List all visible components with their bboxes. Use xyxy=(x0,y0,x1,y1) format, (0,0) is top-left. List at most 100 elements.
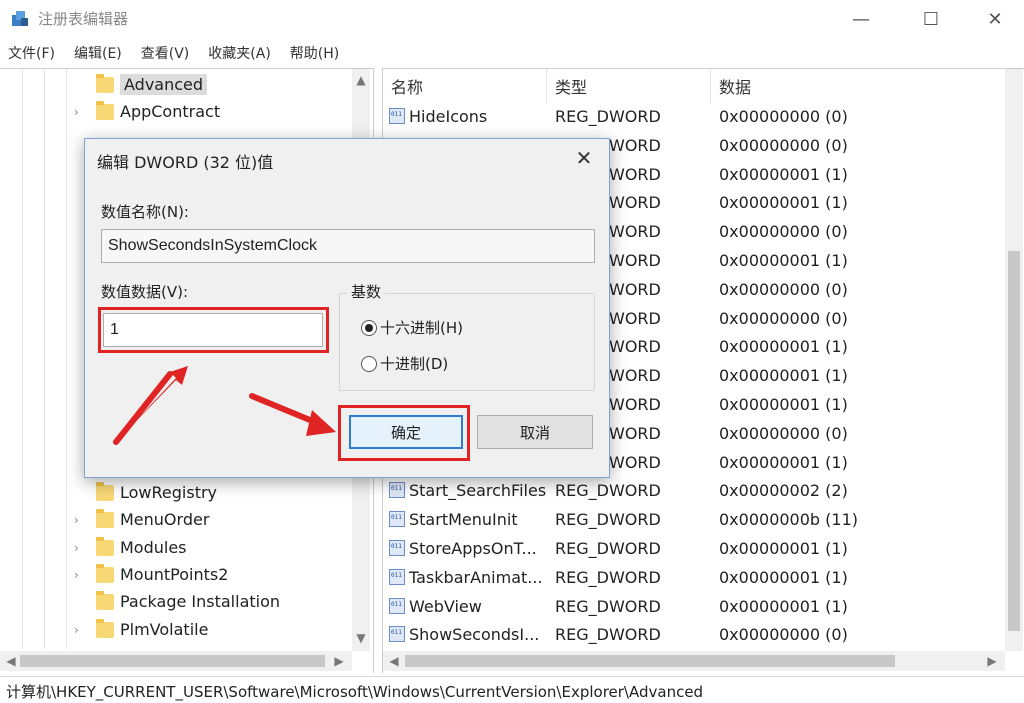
values-hscroll-thumb[interactable] xyxy=(405,655,895,667)
folder-icon xyxy=(96,563,114,583)
value-data-cell: 0x00000001 (1) xyxy=(719,337,848,357)
value-row[interactable]: ShowSecondsI... REG_DWORD 0x00000000 (0) xyxy=(383,621,1005,650)
menu-help[interactable]: 帮助(H) xyxy=(290,40,348,66)
value-type-cell: WORD xyxy=(609,308,661,328)
folder-icon xyxy=(96,100,114,120)
value-data-cell: 0x0000000b (11) xyxy=(719,510,858,530)
tree-item-plmvolatile[interactable]: › PlmVolatile xyxy=(74,616,208,643)
radio-checked-icon[interactable] xyxy=(361,319,377,336)
tree-item-label: Package Installation xyxy=(120,592,281,611)
tree-item-appcontract[interactable]: › AppContract xyxy=(74,98,220,125)
expand-chevron-icon[interactable]: › xyxy=(74,105,90,119)
tree-item-modules[interactable]: › Modules xyxy=(74,534,187,561)
expand-chevron-icon[interactable]: › xyxy=(74,513,90,527)
value-type-cell: WORD xyxy=(609,193,661,213)
value-type-cell: REG_DWORD xyxy=(555,596,661,616)
value-type-cell: WORD xyxy=(609,423,661,443)
value-row[interactable]: Start_SearchFiles REG_DWORD 0x00000002 (2) xyxy=(383,477,1005,506)
menu-favorites[interactable]: 收藏夹(A) xyxy=(208,40,280,66)
value-name-cell: StartMenuInit xyxy=(389,510,518,529)
value-data-cell: 0x00000000 (0) xyxy=(719,135,848,155)
expand-chevron-icon[interactable]: › xyxy=(74,623,90,637)
minimize-button[interactable]: — xyxy=(838,4,884,34)
scroll-left-icon[interactable]: ◀ xyxy=(2,652,20,670)
column-header-data[interactable]: 数据 xyxy=(711,69,1005,103)
value-name-field[interactable] xyxy=(101,229,595,263)
reg-dword-icon xyxy=(389,626,405,643)
radio-unchecked-icon[interactable] xyxy=(361,355,377,372)
values-vertical-scrollbar[interactable] xyxy=(1005,69,1023,651)
value-data-highlight-box xyxy=(98,307,329,353)
reg-dword-icon xyxy=(389,108,405,124)
close-window-button[interactable]: ✕ xyxy=(972,4,1018,34)
scroll-right-icon[interactable]: ▶ xyxy=(330,652,348,670)
tree-item-label: Modules xyxy=(120,538,187,557)
expand-chevron-icon[interactable]: › xyxy=(74,541,90,555)
value-data-cell: 0x00000000 (0) xyxy=(719,308,848,328)
menu-file[interactable]: 文件(F) xyxy=(8,40,64,66)
value-data-cell: 0x00000001 (1) xyxy=(719,395,848,414)
value-data-cell: 0x00000000 (0) xyxy=(719,107,848,126)
value-data-cell: 0x00000001 (1) xyxy=(719,251,848,270)
value-data-cell: 0x00000001 (1) xyxy=(719,193,848,213)
tree-guide-line xyxy=(44,69,45,649)
reg-dword-icon xyxy=(389,540,405,556)
radio-hex-label: 十六进制(H) xyxy=(380,319,463,337)
values-vscroll-thumb[interactable] xyxy=(1008,251,1020,631)
value-type-cell: WORD xyxy=(609,395,661,414)
value-name-label: 数值名称(N): xyxy=(101,203,189,221)
value-row[interactable]: StartMenuInit REG_DWORD 0x0000000b (11) xyxy=(383,506,1005,535)
menu-edit[interactable]: 编辑(E) xyxy=(74,40,131,66)
tree-item-lowregistry[interactable]: LowRegistry xyxy=(74,479,217,506)
value-row[interactable]: TaskbarAnimat... REG_DWORD 0x00000001 (1) xyxy=(383,564,1005,593)
value-row[interactable]: HideIcons REG_DWORD 0x00000000 (0) xyxy=(383,103,1005,132)
tree-item-menuorder[interactable]: › MenuOrder xyxy=(74,506,209,533)
tree-horizontal-scrollbar[interactable]: ◀ ▶ xyxy=(0,651,352,671)
value-name-cell: StoreAppsOnT... xyxy=(389,539,537,558)
value-name-cell: ShowSecondsI... xyxy=(389,625,539,644)
value-row[interactable]: WebView REG_DWORD 0x00000001 (1) xyxy=(383,593,1005,622)
ok-button-highlight-box xyxy=(338,405,470,461)
scroll-down-icon[interactable]: ▼ xyxy=(352,629,370,647)
reg-dword-icon xyxy=(389,568,405,585)
expand-chevron-icon[interactable]: › xyxy=(74,568,90,582)
tree-hscroll-thumb[interactable] xyxy=(20,655,325,667)
tree-item-label: AppContract xyxy=(120,102,221,121)
values-horizontal-scrollbar[interactable]: ◀ ▶ xyxy=(383,651,1005,671)
scroll-left-icon[interactable]: ◀ xyxy=(385,652,403,670)
radio-dec-label: 十进制(D) xyxy=(380,355,449,373)
reg-dword-icon xyxy=(389,482,405,499)
tree-item-mountpoints2[interactable]: › MountPoints2 xyxy=(74,561,228,588)
value-type-cell: WORD xyxy=(609,366,661,386)
value-type-cell: WORD xyxy=(609,337,661,357)
scroll-up-icon[interactable]: ▲ xyxy=(352,71,370,89)
radio-decimal[interactable]: 十进制(D) xyxy=(361,353,448,374)
tree-item-package-installation[interactable]: Package Installation xyxy=(74,588,280,615)
column-header-type[interactable]: 类型 xyxy=(547,69,711,103)
cancel-button[interactable]: 取消 xyxy=(477,415,593,449)
base-groupbox xyxy=(339,293,595,391)
value-data-cell: 0x00000001 (1) xyxy=(719,164,848,184)
dialog-close-icon[interactable]: ✕ xyxy=(571,145,597,171)
value-name-text: TaskbarAnimat... xyxy=(409,567,543,587)
scroll-right-icon[interactable]: ▶ xyxy=(983,652,1001,670)
folder-icon xyxy=(96,73,114,93)
value-data-cell: 0x00000001 (1) xyxy=(719,567,848,587)
value-type-cell: WORD xyxy=(609,164,661,184)
value-data-cell: 0x00000001 (1) xyxy=(719,539,848,558)
value-name-text: HideIcons xyxy=(409,107,488,126)
menu-bar: 文件(F) 编辑(E) 查看(V) 收藏夹(A) 帮助(H) xyxy=(0,40,1024,66)
value-type-cell: WORD xyxy=(609,452,661,472)
title-bar: 注册表编辑器 — ☐ ✕ xyxy=(0,0,1024,38)
value-data-cell: 0x00000001 (1) xyxy=(719,452,848,472)
tree-item-advanced[interactable]: Advanced xyxy=(74,71,208,98)
radio-hexadecimal[interactable]: 十六进制(H) xyxy=(361,317,463,338)
value-data-cell: 0x00000001 (1) xyxy=(719,366,848,386)
reg-dword-icon xyxy=(389,597,405,614)
maximize-button[interactable]: ☐ xyxy=(908,4,954,34)
value-row[interactable]: StoreAppsOnT... REG_DWORD 0x00000001 (1) xyxy=(383,535,1005,564)
menu-view[interactable]: 查看(V) xyxy=(141,40,199,66)
column-header-name[interactable]: 名称 xyxy=(383,69,547,103)
value-type-cell: REG_DWORD xyxy=(555,567,661,587)
value-data-cell: 0x00000000 (0) xyxy=(719,279,848,299)
